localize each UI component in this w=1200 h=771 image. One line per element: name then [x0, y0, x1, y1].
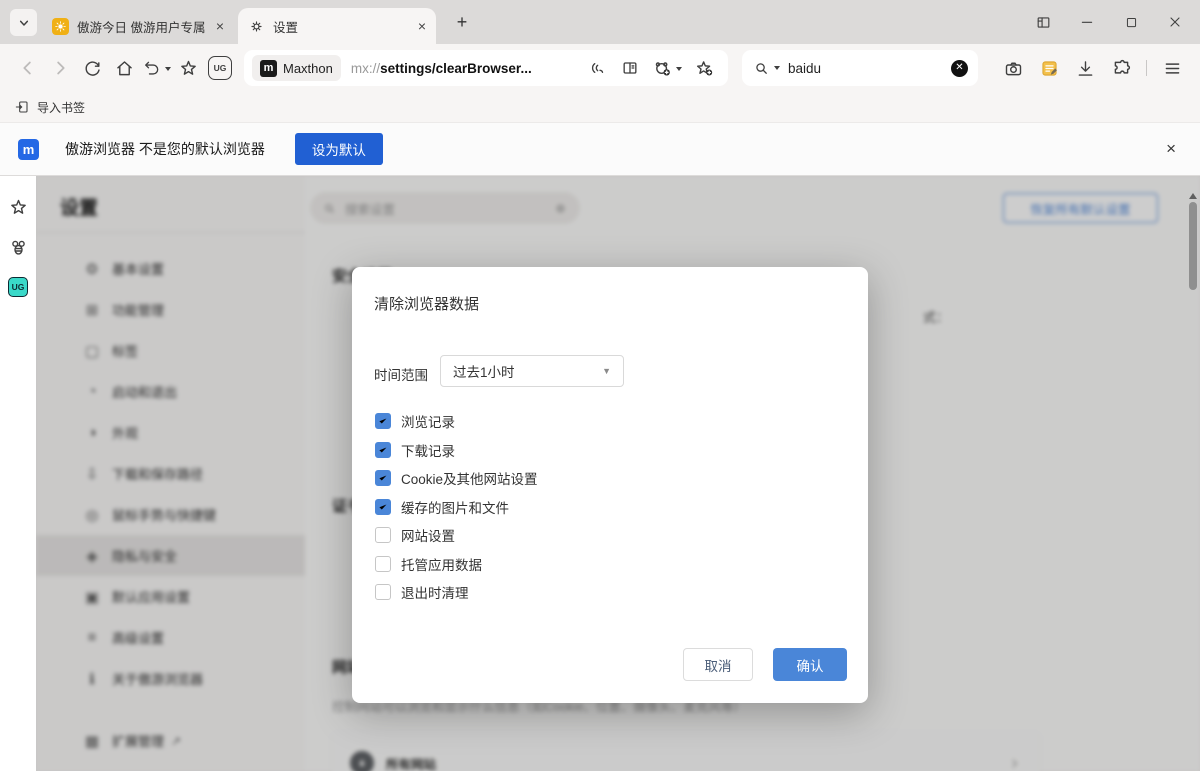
tab-close-icon[interactable]: ×: [418, 19, 426, 33]
checkbox[interactable]: [375, 584, 391, 600]
option-browsing-history[interactable]: 浏览记录: [375, 407, 538, 436]
tab-settings[interactable]: 设置 ×: [238, 8, 436, 44]
notification-message: 傲游浏览器 不是您的默认浏览器: [65, 139, 265, 159]
maxthon-logo-icon: m: [18, 139, 39, 160]
ug-sidebar-icon[interactable]: UG: [8, 277, 28, 297]
scrollbar-thumb[interactable]: [1189, 202, 1197, 290]
downloads-icon[interactable]: [1069, 52, 1101, 84]
dialog-title: 清除浏览器数据: [374, 293, 479, 314]
page-scrollbar[interactable]: [1186, 176, 1200, 771]
select-arrow-icon: ▼: [602, 366, 611, 376]
chevron-down-icon: [16, 15, 32, 31]
gear-icon: [248, 18, 265, 35]
option-site-settings[interactable]: 网站设置: [375, 521, 538, 550]
ug-icon: UG: [208, 56, 232, 80]
set-default-button[interactable]: 设为默认: [295, 133, 383, 165]
option-cookies[interactable]: Cookie及其他网站设置: [375, 464, 538, 493]
cancel-button[interactable]: 取消: [683, 648, 753, 681]
import-bookmarks-icon: [14, 99, 30, 115]
side-panel-icon[interactable]: [1028, 7, 1058, 37]
toolbar: UG m Maxthon mx://settings/clearBrowser.…: [0, 44, 1200, 92]
minimize-icon[interactable]: [1072, 7, 1102, 37]
time-range-label: 时间范围: [374, 364, 428, 384]
new-tab-button[interactable]: +: [451, 11, 473, 33]
forward-button[interactable]: [44, 52, 76, 84]
checkbox[interactable]: [375, 470, 391, 486]
option-download-history[interactable]: 下载记录: [375, 436, 538, 465]
default-browser-notification: m 傲游浏览器 不是您的默认浏览器 设为默认 ×: [0, 123, 1200, 176]
main-area: UG 设置 ⚙基本设置 ⊞功能管理 ▢标签 ◔启动和退出 ◑外观 ⇩下载和保存路…: [0, 176, 1200, 771]
settings-area: 设置 ⚙基本设置 ⊞功能管理 ▢标签 ◔启动和退出 ◑外观 ⇩下载和保存路径 ◎…: [36, 176, 1200, 771]
maxthon-logo-icon: m: [260, 60, 277, 77]
import-bookmarks-button[interactable]: 导入书签: [37, 99, 85, 116]
site-identity-chip[interactable]: m Maxthon: [252, 55, 341, 81]
undo-dropdown-icon[interactable]: [165, 67, 171, 74]
checkbox[interactable]: [375, 556, 391, 572]
checkbox[interactable]: [375, 442, 391, 458]
window-controls: [1028, 7, 1190, 37]
close-icon[interactable]: [1160, 7, 1190, 37]
clear-options-list: 浏览记录 下载记录 Cookie及其他网站设置 缓存的图片和文件: [375, 407, 538, 607]
url-scheme: mx://: [351, 61, 380, 76]
address-bar[interactable]: m Maxthon mx://settings/clearBrowser...: [244, 50, 728, 86]
search-bar[interactable]: baidu ✕: [742, 50, 978, 86]
checkbox[interactable]: [375, 499, 391, 515]
clear-browser-data-dialog: 清除浏览器数据 时间范围 过去1小时 ▼ 浏览记录 下载记录: [352, 267, 868, 703]
confirm-button[interactable]: 确认: [773, 648, 847, 681]
browser-window: 傲游今日 傲游用户专属 × 设置 × +: [0, 0, 1200, 771]
back-button[interactable]: [12, 52, 44, 84]
read-aloud-icon[interactable]: [580, 52, 612, 84]
translate-button[interactable]: [648, 52, 686, 84]
tab-list-dropdown-button[interactable]: [10, 9, 37, 36]
tab-close-icon[interactable]: ×: [216, 19, 224, 33]
sun-icon: [52, 18, 69, 35]
option-hosted-app-data[interactable]: 托管应用数据: [375, 550, 538, 579]
toolbar-right-cluster: [997, 52, 1188, 84]
checkbox[interactable]: [375, 413, 391, 429]
url-path: settings/clearBrowser...: [380, 61, 532, 76]
tab-label: 傲游今日 傲游用户专属: [77, 17, 210, 36]
undo-button[interactable]: [140, 52, 172, 84]
translate-dropdown-icon[interactable]: [676, 67, 682, 74]
scroll-up-arrow-icon[interactable]: [1189, 189, 1197, 199]
search-engine-dropdown-icon[interactable]: [774, 66, 780, 73]
extensions-icon[interactable]: [1105, 52, 1137, 84]
maximize-icon[interactable]: [1116, 7, 1146, 37]
left-sidebar-strip: UG: [0, 176, 36, 771]
notes-icon[interactable]: [1033, 52, 1065, 84]
tab-maxthon-today[interactable]: 傲游今日 傲游用户专属 ×: [42, 8, 234, 44]
time-range-select[interactable]: 过去1小时 ▼: [440, 355, 624, 387]
reader-mode-icon[interactable]: [614, 52, 646, 84]
toolbar-divider: [1146, 60, 1147, 76]
add-bookmark-icon[interactable]: [688, 52, 720, 84]
option-clear-on-exit[interactable]: 退出时清理: [375, 578, 538, 607]
notification-close-icon[interactable]: ×: [1160, 139, 1182, 159]
url-text[interactable]: mx://settings/clearBrowser...: [351, 61, 580, 76]
site-identity-label: Maxthon: [283, 61, 333, 76]
tab-label: 设置: [273, 17, 412, 36]
clear-search-icon[interactable]: ✕: [951, 60, 968, 77]
option-cached-files[interactable]: 缓存的图片和文件: [375, 493, 538, 522]
checkbox[interactable]: [375, 527, 391, 543]
bee-sidebar-icon[interactable]: [8, 237, 29, 258]
menu-icon[interactable]: [1156, 52, 1188, 84]
home-button[interactable]: [108, 52, 140, 84]
screenshot-icon[interactable]: [997, 52, 1029, 84]
favorites-button[interactable]: [172, 52, 204, 84]
search-input[interactable]: baidu: [788, 61, 951, 76]
search-icon: [752, 59, 771, 78]
tab-bar: 傲游今日 傲游用户专属 × 设置 × +: [0, 0, 1200, 44]
address-bar-actions: [580, 52, 720, 84]
time-range-value: 过去1小时: [453, 361, 602, 381]
refresh-button[interactable]: [76, 52, 108, 84]
ug-toolbar-button[interactable]: UG: [204, 52, 236, 84]
favorites-sidebar-icon[interactable]: [8, 197, 29, 218]
bookmarks-bar: 导入书签: [0, 92, 1200, 123]
